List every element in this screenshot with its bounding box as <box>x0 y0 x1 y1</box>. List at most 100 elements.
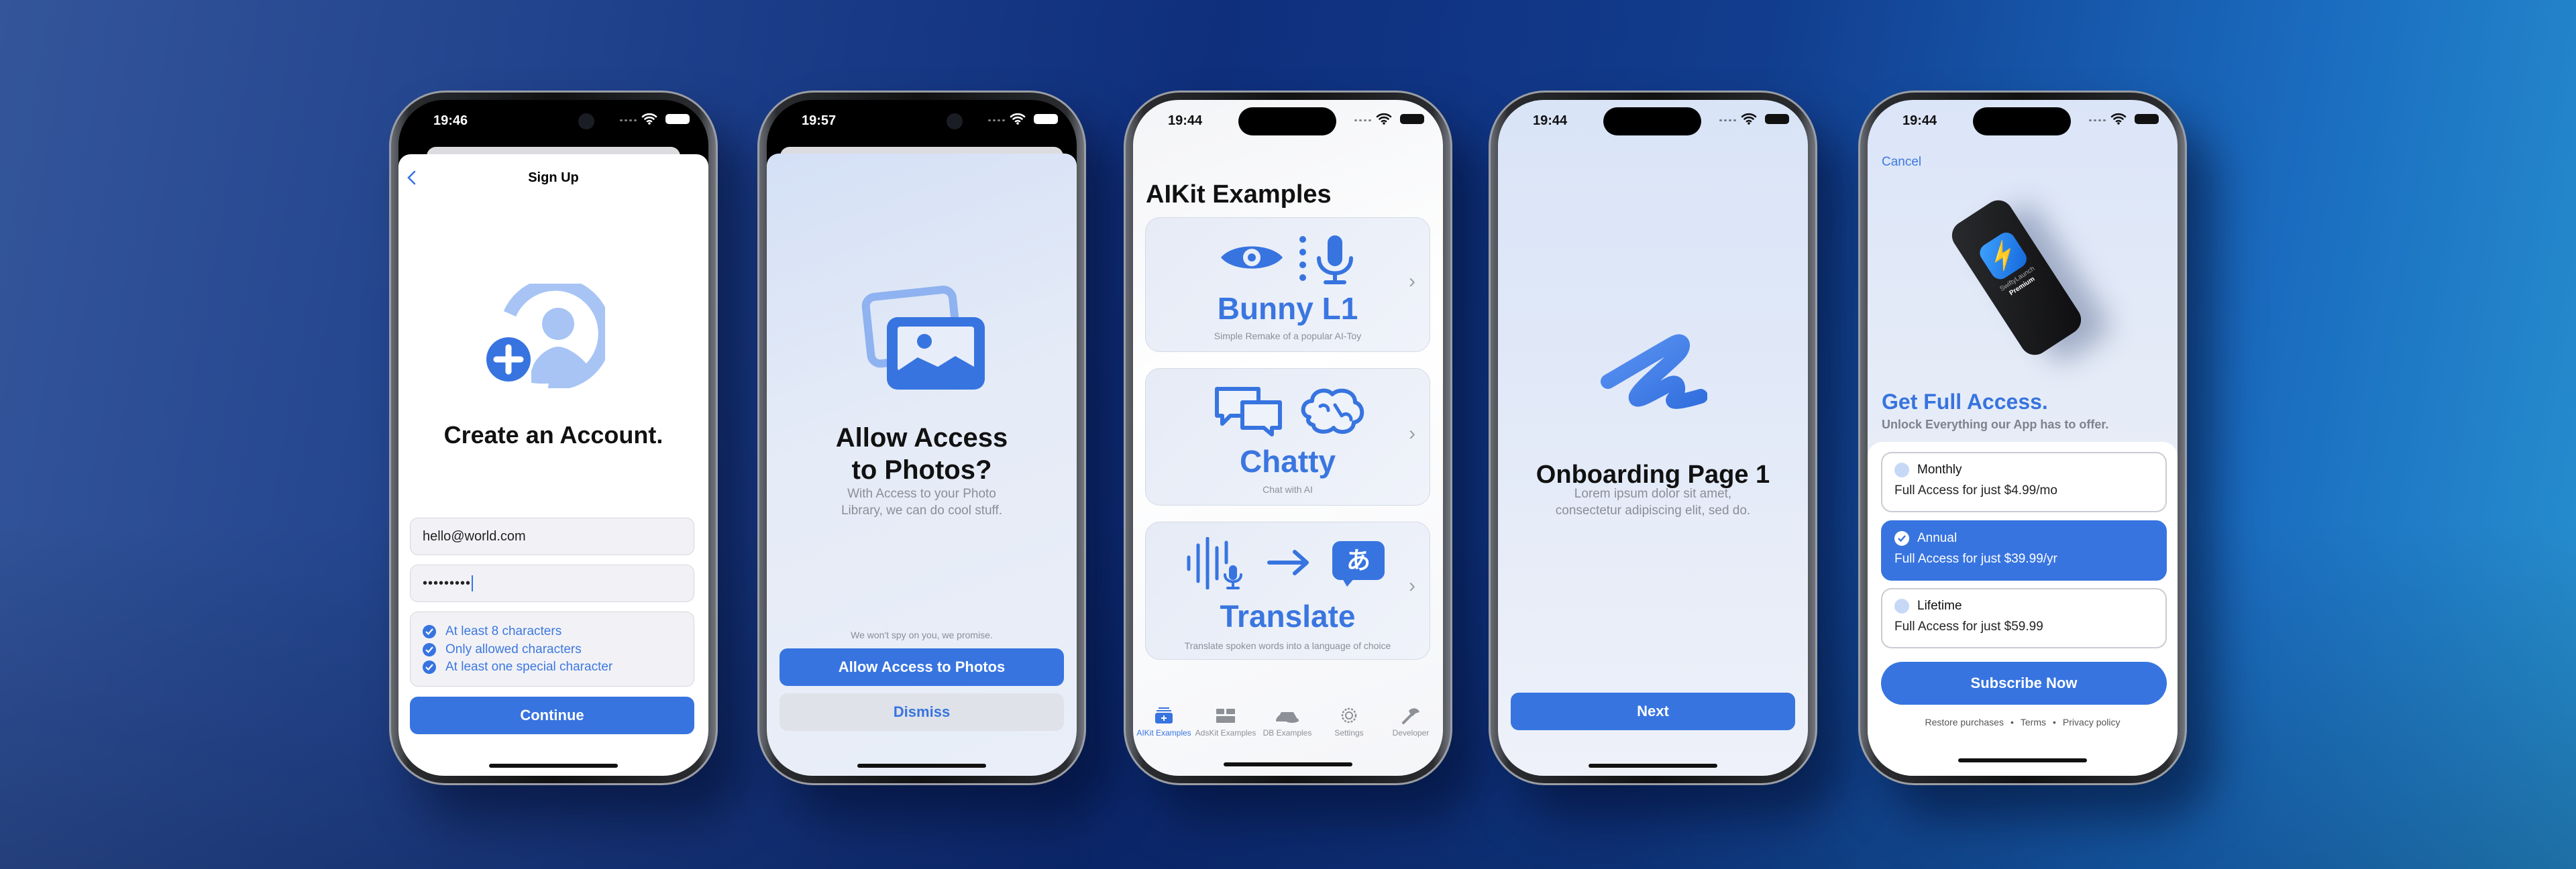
battery-icon <box>1034 114 1058 124</box>
requirement-label: Only allowed characters <box>445 642 582 656</box>
password-field[interactable]: ••••••••• <box>410 565 694 602</box>
card-translate[interactable]: あ Translate Translate spoken words into … <box>1145 522 1430 660</box>
footer-links: Restore purchases • Terms • Privacy poli… <box>1868 717 2178 728</box>
plan-price: Full Access for just $39.99/yr <box>1894 552 2057 566</box>
separator: • <box>2053 717 2056 728</box>
tab-developer[interactable]: Developer <box>1380 707 1442 738</box>
card-subtitle: Translate spoken words into a language o… <box>1184 640 1391 651</box>
email-field[interactable]: hello@world.com <box>410 518 694 555</box>
cancel-button[interactable]: Cancel <box>1882 155 1921 170</box>
subtitle-line-1: Lorem ipsum dolor sit amet, <box>1574 487 1732 501</box>
radio-circle-icon <box>1894 463 1909 477</box>
phone-onboarding: 19:44 Onboarding Page 1 Lorem ipsum dolo… <box>1489 91 1817 785</box>
microphone-icon <box>1299 235 1353 284</box>
subscribe-button[interactable]: Subscribe Now <box>1881 662 2167 705</box>
phone-aikit: 19:44 AIKit Examples Bunny L1 Simple Rem… <box>1124 91 1452 785</box>
wifi-icon <box>641 113 657 125</box>
status-time: 19:44 <box>1533 113 1568 128</box>
paywall-title: Get Full Access. <box>1882 390 2048 414</box>
battery-icon <box>2135 114 2159 124</box>
home-indicator <box>1958 758 2087 762</box>
eye-icon <box>1221 246 1283 269</box>
card-bunny-l1[interactable]: Bunny L1 Simple Remake of a popular AI-T… <box>1145 217 1430 352</box>
text-cursor <box>472 575 474 591</box>
phone-signup: 19:46 Sign Up Create an Account. hello@w… <box>389 91 718 785</box>
screen-onboarding: 19:44 Onboarding Page 1 Lorem ipsum dolo… <box>1498 100 1808 776</box>
status-bar: 19:44 <box>1868 100 2178 140</box>
dynamic-island <box>1238 107 1336 135</box>
chevron-right-icon: › <box>1409 575 1415 597</box>
requirement-item: At least 8 characters <box>423 623 694 641</box>
requirement-label: At least one special character <box>445 660 613 675</box>
email-value: hello@world.com <box>423 528 526 544</box>
translate-bubble-icon: あ <box>1332 541 1385 580</box>
tab-db-examples[interactable]: DB Examples <box>1256 707 1318 738</box>
title-line-2: to Photos? <box>851 455 992 485</box>
wifi-icon <box>1010 113 1026 125</box>
card-chatty[interactable]: Chatty Chat with AI › <box>1145 368 1430 506</box>
status-bar: 19:46 <box>398 100 708 140</box>
tab-settings[interactable]: Settings <box>1318 707 1380 738</box>
phone-photos: 19:57 Allow Access to Photos? With Acces… <box>757 91 1086 785</box>
continue-button[interactable]: Continue <box>410 697 694 734</box>
checkmark-circle-icon <box>423 642 436 656</box>
status-time: 19:44 <box>1168 113 1203 128</box>
restore-purchases-link[interactable]: Restore purchases <box>1925 717 2004 728</box>
home-indicator <box>489 764 618 768</box>
scribble-icon <box>1601 334 1707 409</box>
continue-label: Continue <box>520 707 584 723</box>
subtitle-line-2: Library, we can do cool stuff. <box>841 504 1003 518</box>
dismiss-button[interactable]: Dismiss <box>780 693 1064 731</box>
title-line-1: Allow Access <box>835 423 1008 453</box>
subtitle-line-1: With Access to your Photo <box>847 487 996 501</box>
tab-adskit-examples[interactable]: AdsKit Examples <box>1195 707 1256 738</box>
tab-label: AdsKit Examples <box>1195 728 1256 738</box>
privacy-note: We won't spy on you, we promise. <box>851 630 993 640</box>
home-indicator <box>1224 762 1352 766</box>
plan-option-annual[interactable]: Annual Full Access for just $39.99/yr <box>1881 520 2167 581</box>
translate-glyph: あ <box>1346 546 1371 574</box>
screen-signup: 19:46 Sign Up Create an Account. hello@w… <box>398 100 708 776</box>
bubble-tail <box>1342 577 1355 587</box>
photos-icon <box>861 285 985 390</box>
requirement-label: At least 8 characters <box>445 624 562 639</box>
dismiss-label: Dismiss <box>893 703 951 720</box>
plan-option-monthly[interactable]: Monthly Full Access for just $4.99/mo <box>1881 452 2167 512</box>
card-title: Bunny L1 <box>1217 291 1358 326</box>
plan-name: Monthly <box>1917 463 1962 477</box>
product-image: ⚡ SwiftyLaunch Premium <box>1946 194 2087 361</box>
status-time: 19:44 <box>1902 113 1937 128</box>
plan-price: Full Access for just $59.99 <box>1894 620 2043 634</box>
paywall-subtitle: Unlock Everything our App has to offer. <box>1882 418 2109 431</box>
nav-title: Sign Up <box>528 170 579 185</box>
screen-aikit: 19:44 AIKit Examples Bunny L1 Simple Rem… <box>1133 100 1443 776</box>
person-add-icon <box>483 284 605 388</box>
wifi-icon <box>1741 113 1757 125</box>
next-button[interactable]: Next <box>1511 693 1795 730</box>
allow-access-button[interactable]: Allow Access to Photos <box>780 648 1064 686</box>
screen-paywall: 19:44 Cancel ⚡ SwiftyLaunch Premium Get … <box>1868 100 2178 776</box>
next-label: Next <box>1637 703 1669 719</box>
waveform-mic-icon <box>1187 537 1242 589</box>
dynamic-island <box>1973 107 2071 135</box>
requirement-item: At least one special character <box>423 658 694 677</box>
privacy-policy-link[interactable]: Privacy policy <box>2063 717 2121 728</box>
terms-link[interactable]: Terms <box>2021 717 2046 728</box>
chevron-right-icon: › <box>1409 270 1415 292</box>
battery-icon <box>1765 114 1789 124</box>
checkmark-circle-icon <box>423 625 436 639</box>
tab-aikit-examples[interactable]: AIKit Examples <box>1133 707 1195 738</box>
screen-photos: 19:57 Allow Access to Photos? With Acces… <box>767 100 1077 776</box>
separator: • <box>2010 717 2014 728</box>
home-indicator <box>857 764 986 768</box>
plan-option-lifetime[interactable]: Lifetime Full Access for just $59.99 <box>1881 588 2167 648</box>
status-bar: 19:57 <box>767 100 1077 140</box>
blocks-icon <box>1216 709 1235 723</box>
checkmark-circle-icon <box>423 660 436 675</box>
requirement-item: Only allowed characters <box>423 641 694 659</box>
plan-name: Lifetime <box>1917 599 1962 613</box>
plan-name: Annual <box>1917 531 1957 545</box>
signal-icon <box>1719 119 1737 122</box>
checkmark-circle-icon <box>1894 531 1909 546</box>
sheet: Allow Access to Photos? With Access to y… <box>767 154 1077 776</box>
